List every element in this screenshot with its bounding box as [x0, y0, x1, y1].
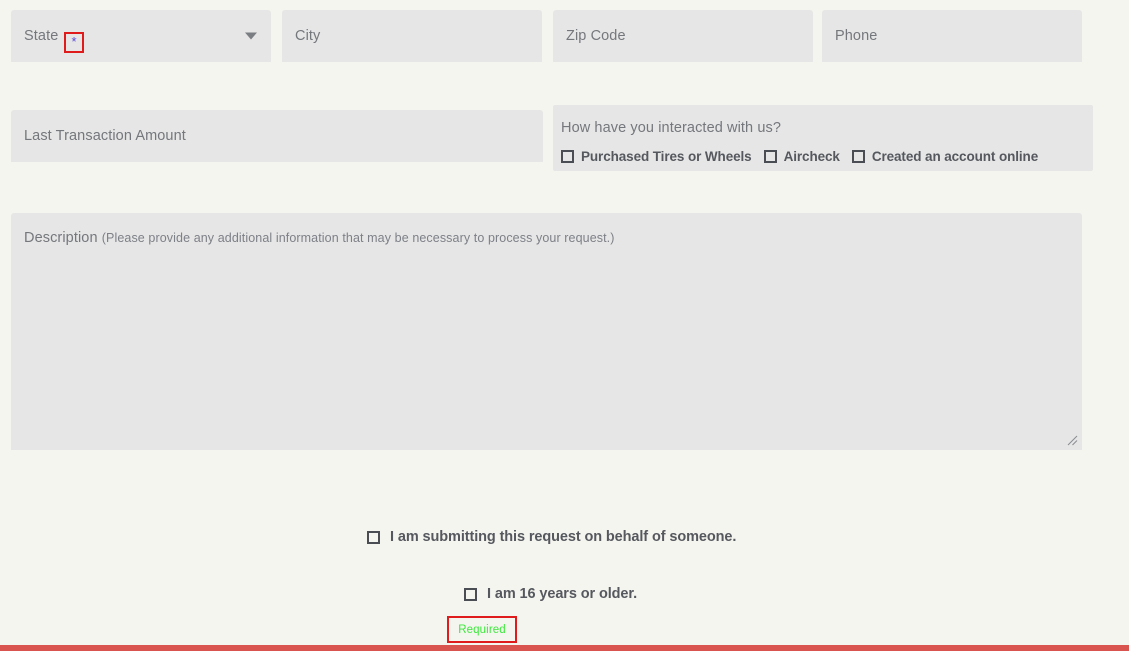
required-validation-annotation: Required	[447, 616, 517, 643]
checkbox-created-an-account-online[interactable]: Created an account online	[851, 149, 1039, 164]
city-placeholder: City	[295, 28, 321, 44]
zip-code-placeholder: Zip Code	[566, 28, 626, 44]
checkbox-label: Created an account online	[871, 149, 1039, 164]
chevron-down-icon[interactable]	[245, 32, 257, 40]
interaction-group: How have you interacted with us? Purchas…	[553, 105, 1093, 171]
last-transaction-amount-placeholder: Last Transaction Amount	[24, 128, 186, 144]
checkbox-label: Purchased Tires or Wheels	[581, 149, 752, 164]
phone-input[interactable]: Phone	[822, 10, 1082, 62]
checkbox-box-icon[interactable]	[464, 587, 477, 601]
checkbox-age-16-or-older[interactable]: I am 16 years or older.	[464, 586, 637, 602]
required-validation-message: Required	[458, 623, 506, 636]
checkbox-label: Aircheck	[783, 149, 840, 164]
checkbox-box-icon[interactable]	[561, 150, 574, 163]
checkbox-label: I am 16 years or older.	[487, 586, 638, 602]
required-asterisk: *	[71, 34, 77, 49]
checkbox-box-icon[interactable]	[367, 530, 380, 544]
description-label-text: Description	[24, 230, 98, 246]
description-hint-text: (Please provide any additional informati…	[101, 231, 615, 245]
checkbox-box-icon[interactable]	[851, 150, 865, 163]
resize-grip-icon[interactable]	[1066, 434, 1078, 446]
last-transaction-amount-input[interactable]: Last Transaction Amount	[11, 110, 543, 162]
city-input[interactable]: City	[282, 10, 542, 62]
checkbox-aircheck[interactable]: Aircheck	[763, 149, 840, 164]
checkbox-box-icon[interactable]	[763, 150, 777, 163]
state-required-annotation: *	[64, 32, 84, 53]
zip-code-input[interactable]: Zip Code	[553, 10, 813, 62]
bottom-accent-bar	[0, 645, 1129, 651]
interaction-options: Purchased Tires or Wheels Aircheck Creat…	[561, 149, 1038, 164]
checkbox-label: I am submitting this request on behalf o…	[390, 529, 737, 545]
state-placeholder: State	[24, 28, 59, 44]
interaction-question-label: How have you interacted with us?	[561, 120, 782, 136]
checkbox-submitting-on-behalf[interactable]: I am submitting this request on behalf o…	[367, 529, 736, 545]
description-textarea[interactable]: Description (Please provide any addition…	[11, 213, 1082, 450]
description-placeholder: Description (Please provide any addition…	[24, 230, 615, 246]
form-page: State * City Zip Code Phone Last Transac…	[0, 0, 1129, 651]
state-select[interactable]: State *	[11, 10, 271, 62]
checkbox-purchased-tires-or-wheels[interactable]: Purchased Tires or Wheels	[561, 149, 752, 164]
phone-placeholder: Phone	[835, 28, 878, 44]
